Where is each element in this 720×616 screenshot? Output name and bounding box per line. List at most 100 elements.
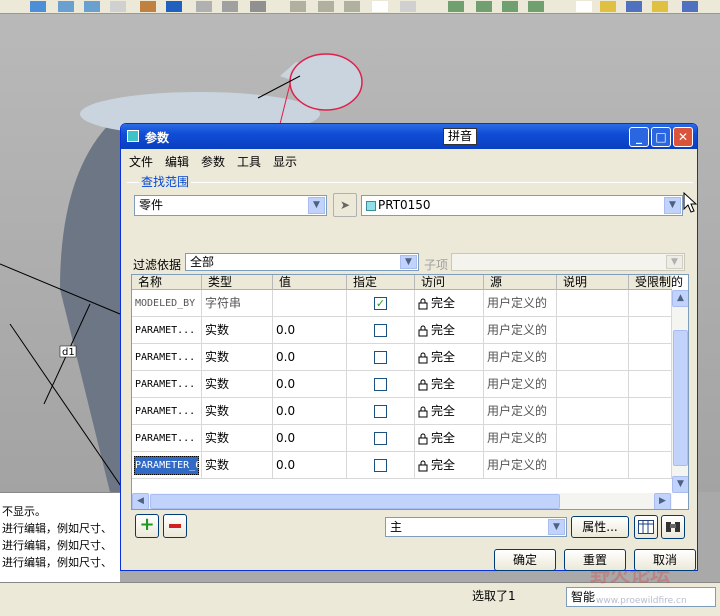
toolbar-icon[interactable] [30, 1, 46, 12]
view-icon[interactable] [166, 1, 182, 12]
column-header-description[interactable]: 说明 [557, 275, 629, 290]
cell-source[interactable]: 用户定义的 [484, 398, 557, 425]
table-view-button[interactable] [634, 515, 658, 539]
scroll-down-icon[interactable]: ▼ [672, 476, 688, 493]
table-row[interactable]: MODELED_BY 字符串 ✓ 完全 用户定义的 [132, 290, 672, 317]
delete-parameter-button[interactable] [163, 514, 187, 538]
column-header-restricted[interactable]: 受限制的 [629, 275, 688, 290]
designate-checkbox[interactable]: ✓ [374, 297, 387, 310]
designate-checkbox[interactable] [374, 378, 387, 391]
table-row[interactable]: PARAMET... 实数 0.0 完全 用户定义的 [132, 398, 672, 425]
chevron-down-icon[interactable]: ▼ [308, 197, 325, 214]
cell-value[interactable]: 0.0 [273, 344, 347, 371]
datum-icon[interactable] [290, 1, 306, 12]
info-icon[interactable] [626, 1, 642, 12]
table-row[interactable]: PARAMETER_6 实数 0.0 完全 用户定义的 [132, 452, 672, 479]
view-manager-icon[interactable] [196, 1, 212, 12]
cell-type[interactable]: 实数 [202, 452, 273, 479]
vertical-scrollbar[interactable]: ▲ ▼ [672, 290, 688, 493]
cell-value[interactable]: 0.0 [273, 371, 347, 398]
table-row[interactable]: PARAMET... 实数 0.0 完全 用户定义的 [132, 425, 672, 452]
scope-type-select[interactable]: 零件 ▼ [134, 195, 327, 216]
cell-access[interactable]: 完全 [415, 317, 484, 344]
cell-source[interactable]: 用户定义的 [484, 317, 557, 344]
cell-restricted[interactable] [629, 425, 672, 452]
cell-description[interactable] [557, 371, 629, 398]
tool-icon[interactable] [652, 1, 668, 12]
cell-source[interactable]: 用户定义的 [484, 344, 557, 371]
designate-checkbox[interactable] [374, 324, 387, 337]
ok-button[interactable]: 确定 [494, 549, 556, 571]
cell-access[interactable]: 完全 [415, 344, 484, 371]
close-button[interactable]: ✕ [673, 127, 693, 147]
axis-icon[interactable] [318, 1, 334, 12]
axis-display-icon[interactable] [476, 1, 492, 12]
cell-name[interactable]: PARAMET... [132, 371, 202, 398]
table-row[interactable]: PARAMET... 实数 0.0 完全 用户定义的 [132, 317, 672, 344]
column-header-source[interactable]: 源 [484, 275, 557, 290]
cell-description[interactable] [557, 317, 629, 344]
add-parameter-button[interactable]: + [135, 514, 159, 538]
cell-restricted[interactable] [629, 371, 672, 398]
point-icon[interactable] [344, 1, 360, 12]
cell-description[interactable] [557, 344, 629, 371]
cell-type[interactable]: 实数 [202, 425, 273, 452]
filter-select[interactable]: 全部 ▼ [185, 253, 419, 271]
cell-value[interactable]: 0.0 [273, 425, 347, 452]
cell-description[interactable] [557, 425, 629, 452]
menu-tools[interactable]: 工具 [237, 153, 261, 170]
designate-checkbox[interactable] [374, 351, 387, 364]
cell-type[interactable]: 实数 [202, 344, 273, 371]
horizontal-scroll-thumb[interactable] [150, 494, 560, 509]
cell-name[interactable]: PARAMETER_6 [132, 452, 202, 479]
cell-access[interactable]: 完全 [415, 452, 484, 479]
cell-access[interactable]: 完全 [415, 371, 484, 398]
select-object-button[interactable]: ➤ [333, 193, 357, 217]
table-row[interactable]: PARAMET... 实数 0.0 完全 用户定义的 [132, 371, 672, 398]
cell-source[interactable]: 用户定义的 [484, 371, 557, 398]
cell-value[interactable] [273, 290, 347, 317]
cell-name[interactable]: MODELED_BY [132, 290, 202, 317]
ime-indicator[interactable]: 拼音 [443, 128, 477, 145]
minimize-button[interactable]: _ [629, 127, 649, 147]
cell-type[interactable]: 实数 [202, 317, 273, 344]
display-icon[interactable] [250, 1, 266, 12]
cell-description[interactable] [557, 452, 629, 479]
column-header-name[interactable]: 名称 [132, 275, 202, 290]
menu-file[interactable]: 文件 [129, 153, 153, 170]
plane-display-icon[interactable] [448, 1, 464, 12]
properties-button[interactable]: 属性... [571, 516, 629, 538]
cell-source[interactable]: 用户定义的 [484, 425, 557, 452]
cell-type[interactable]: 字符串 [202, 290, 273, 317]
cell-name[interactable]: PARAMET... [132, 344, 202, 371]
scroll-up-icon[interactable]: ▲ [672, 290, 688, 307]
cell-access[interactable]: 完全 [415, 425, 484, 452]
maximize-button[interactable]: □ [651, 127, 671, 147]
chevron-down-icon[interactable]: ▼ [400, 255, 417, 269]
cell-restricted[interactable] [629, 344, 672, 371]
zoom-out-icon[interactable] [84, 1, 100, 12]
reset-button[interactable]: 重置 [564, 549, 626, 571]
cell-access[interactable]: 完全 [415, 290, 484, 317]
chevron-down-icon[interactable]: ▼ [548, 519, 565, 535]
menu-edit[interactable]: 编辑 [165, 153, 189, 170]
cell-source[interactable]: 用户定义的 [484, 452, 557, 479]
layer-icon[interactable] [222, 1, 238, 12]
menu-show[interactable]: 显示 [273, 153, 297, 170]
vertical-scroll-thumb[interactable] [673, 330, 688, 466]
cell-value[interactable]: 0.0 [273, 398, 347, 425]
cell-type[interactable]: 实数 [202, 371, 273, 398]
chevron-down-icon[interactable]: ▼ [666, 255, 683, 269]
edit-icon[interactable] [600, 1, 616, 12]
name-edit-field[interactable]: PARAMETER_6 [134, 456, 201, 475]
main-select[interactable]: 主 ▼ [385, 517, 567, 537]
cell-restricted[interactable] [629, 452, 672, 479]
designate-checkbox[interactable] [374, 405, 387, 418]
cell-name[interactable]: PARAMET... [132, 398, 202, 425]
menu-parameter[interactable]: 参数 [201, 153, 225, 170]
orient-icon[interactable] [140, 1, 156, 12]
cell-restricted[interactable] [629, 290, 672, 317]
new-icon[interactable] [576, 1, 592, 12]
column-header-value[interactable]: 值 [273, 275, 347, 290]
point-display-icon[interactable] [502, 1, 518, 12]
